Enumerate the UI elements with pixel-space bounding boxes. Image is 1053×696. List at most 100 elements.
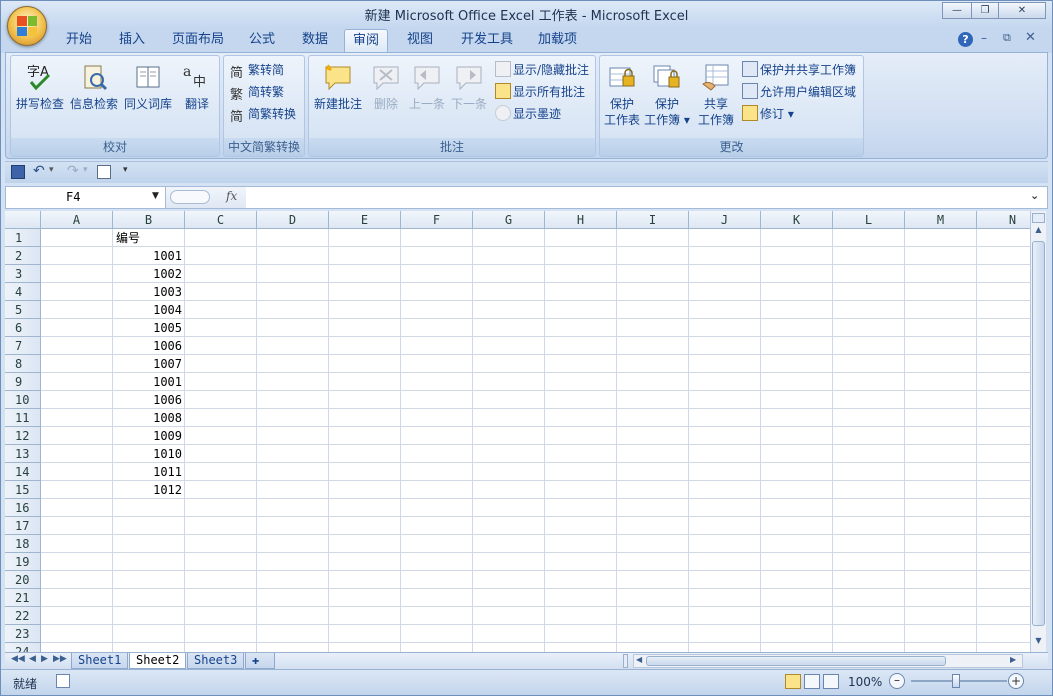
tab-home[interactable]: 开始 — [58, 29, 100, 53]
cell-b12[interactable]: 1009 — [113, 427, 185, 445]
page-break-view-icon[interactable] — [823, 674, 839, 689]
protect-share-workbook-button[interactable]: 保护并共享工作簿 — [742, 60, 856, 80]
zoom-out-icon[interactable]: – — [889, 673, 905, 689]
minimize-button[interactable]: — — [942, 2, 972, 19]
previous-comment-button[interactable]: 上一条 — [407, 62, 447, 112]
zoom-slider-thumb[interactable] — [952, 674, 960, 688]
row-header-18[interactable]: 18 — [5, 535, 41, 553]
split-handle[interactable] — [1032, 213, 1045, 223]
row-header-21[interactable]: 21 — [5, 589, 41, 607]
redo-dropdown-icon[interactable]: ▾ — [83, 165, 88, 175]
row-header-2[interactable]: 2 — [5, 247, 41, 265]
zoom-in-icon[interactable]: + — [1008, 673, 1024, 689]
column-header-m[interactable]: M — [905, 211, 977, 229]
horizontal-scroll-thumb[interactable] — [646, 656, 946, 666]
name-box-dropdown-icon[interactable]: ▼ — [152, 191, 159, 201]
research-button[interactable]: 信息检索 — [69, 62, 119, 112]
tab-split-handle[interactable] — [623, 654, 628, 668]
cell-b11[interactable]: 1008 — [113, 409, 185, 427]
formula-expand-icon[interactable] — [170, 190, 210, 204]
tab-addins[interactable]: 加载项 — [530, 29, 585, 53]
allow-edit-ranges-button[interactable]: 允许用户编辑区域 — [742, 82, 856, 102]
scroll-right-icon[interactable]: ▶ — [1010, 655, 1016, 664]
sheet-tab-sheet3[interactable]: Sheet3 — [187, 653, 245, 669]
save-icon[interactable] — [11, 165, 25, 179]
delete-comment-button[interactable]: 删除 — [367, 62, 405, 112]
column-header-f[interactable]: F — [401, 211, 473, 229]
cell-b7[interactable]: 1006 — [113, 337, 185, 355]
next-comment-button[interactable]: 下一条 — [449, 62, 489, 112]
share-workbook-button[interactable]: 共享 工作簿 — [696, 62, 736, 128]
print-preview-icon[interactable] — [97, 165, 111, 179]
tab-data[interactable]: 数据 — [294, 29, 336, 53]
column-header-l[interactable]: L — [833, 211, 905, 229]
thesaurus-button[interactable]: 同义词库 — [123, 62, 173, 112]
cell-b2[interactable]: 1001 — [113, 247, 185, 265]
row-header-22[interactable]: 22 — [5, 607, 41, 625]
protect-sheet-button[interactable]: 保护 工作表 — [602, 62, 642, 128]
row-header-23[interactable]: 23 — [5, 625, 41, 643]
row-header-1[interactable]: 1 — [5, 229, 41, 247]
column-header-h[interactable]: H — [545, 211, 617, 229]
tab-page-layout[interactable]: 页面布局 — [164, 29, 232, 53]
ribbon-minimize-icon[interactable]: – — [981, 31, 987, 45]
row-header-15[interactable]: 15 — [5, 481, 41, 499]
help-icon[interactable]: ? — [958, 32, 973, 47]
column-header-n[interactable]: N — [977, 211, 1030, 229]
column-header-j[interactable]: J — [689, 211, 761, 229]
row-header-19[interactable]: 19 — [5, 553, 41, 571]
row-header-17[interactable]: 17 — [5, 517, 41, 535]
cell-b9[interactable]: 1001 — [113, 373, 185, 391]
cell-b8[interactable]: 1007 — [113, 355, 185, 373]
column-header-i[interactable]: I — [617, 211, 689, 229]
next-sheet-icon[interactable]: ▶ — [41, 654, 48, 664]
cell-b14[interactable]: 1011 — [113, 463, 185, 481]
row-header-8[interactable]: 8 — [5, 355, 41, 373]
restore-button[interactable]: ❐ — [971, 2, 999, 19]
tab-insert[interactable]: 插入 — [111, 29, 153, 53]
column-header-a[interactable]: A — [41, 211, 113, 229]
column-header-d[interactable]: D — [257, 211, 329, 229]
sheet-tab-sheet1[interactable]: Sheet1 — [71, 653, 129, 669]
track-changes-button[interactable]: 修订 ▾ — [742, 104, 794, 124]
sheet-tab-sheet2[interactable]: Sheet2 — [129, 653, 187, 669]
cell-b6[interactable]: 1005 — [113, 319, 185, 337]
first-sheet-icon[interactable]: ◀◀ — [11, 654, 25, 664]
row-header-6[interactable]: 6 — [5, 319, 41, 337]
row-header-5[interactable]: 5 — [5, 301, 41, 319]
row-header-24[interactable]: 24 — [5, 643, 41, 652]
row-header-13[interactable]: 13 — [5, 445, 41, 463]
column-header-b[interactable]: B — [113, 211, 185, 229]
worksheet-grid[interactable]: ABCDEFGHIJKLMN 1 2 3 4 5 6 7 8 9 10 11 12 13 14 15 16 17… — [5, 211, 1030, 652]
close-button[interactable]: ✕ — [998, 2, 1046, 19]
tab-formulas[interactable]: 公式 — [241, 29, 283, 53]
cell-b5[interactable]: 1004 — [113, 301, 185, 319]
vertical-scrollbar[interactable]: ▲ ▼ — [1030, 211, 1046, 652]
redo-icon[interactable]: ↷ — [67, 163, 79, 179]
ribbon-close-icon[interactable]: ✕ — [1025, 30, 1036, 45]
simp-to-trad-button[interactable]: 繁简转繁 — [230, 82, 284, 103]
trad-to-simp-button[interactable]: 简繁转简 — [230, 60, 284, 81]
select-all-corner[interactable] — [5, 211, 41, 229]
row-header-10[interactable]: 10 — [5, 391, 41, 409]
page-layout-view-icon[interactable] — [804, 674, 820, 689]
normal-view-icon[interactable] — [785, 674, 801, 689]
row-header-14[interactable]: 14 — [5, 463, 41, 481]
translate-button[interactable]: a中 翻译 — [175, 62, 219, 112]
cell-b15[interactable]: 1012 — [113, 481, 185, 499]
vertical-scroll-thumb[interactable] — [1032, 241, 1045, 626]
row-header-7[interactable]: 7 — [5, 337, 41, 355]
name-box[interactable]: F4 — [6, 187, 166, 208]
tab-developer[interactable]: 开发工具 — [453, 29, 521, 53]
cell-b4[interactable]: 1003 — [113, 283, 185, 301]
row-header-4[interactable]: 4 — [5, 283, 41, 301]
horizontal-scrollbar[interactable]: ◀ ▶ — [633, 654, 1023, 668]
ribbon-restore-icon[interactable]: ⧉ — [1003, 31, 1011, 45]
column-header-e[interactable]: E — [329, 211, 401, 229]
formula-bar-expand-icon[interactable]: ⌄ — [1030, 189, 1039, 202]
chinese-convert-button[interactable]: 简简繁转换 — [230, 104, 296, 125]
new-comment-button[interactable]: 新建批注 — [311, 62, 365, 112]
spell-check-button[interactable]: 字A 拼写检查 — [15, 62, 65, 112]
protect-workbook-button[interactable]: 保护 工作簿 ▾ — [644, 62, 690, 128]
formula-input[interactable] — [246, 187, 1026, 208]
